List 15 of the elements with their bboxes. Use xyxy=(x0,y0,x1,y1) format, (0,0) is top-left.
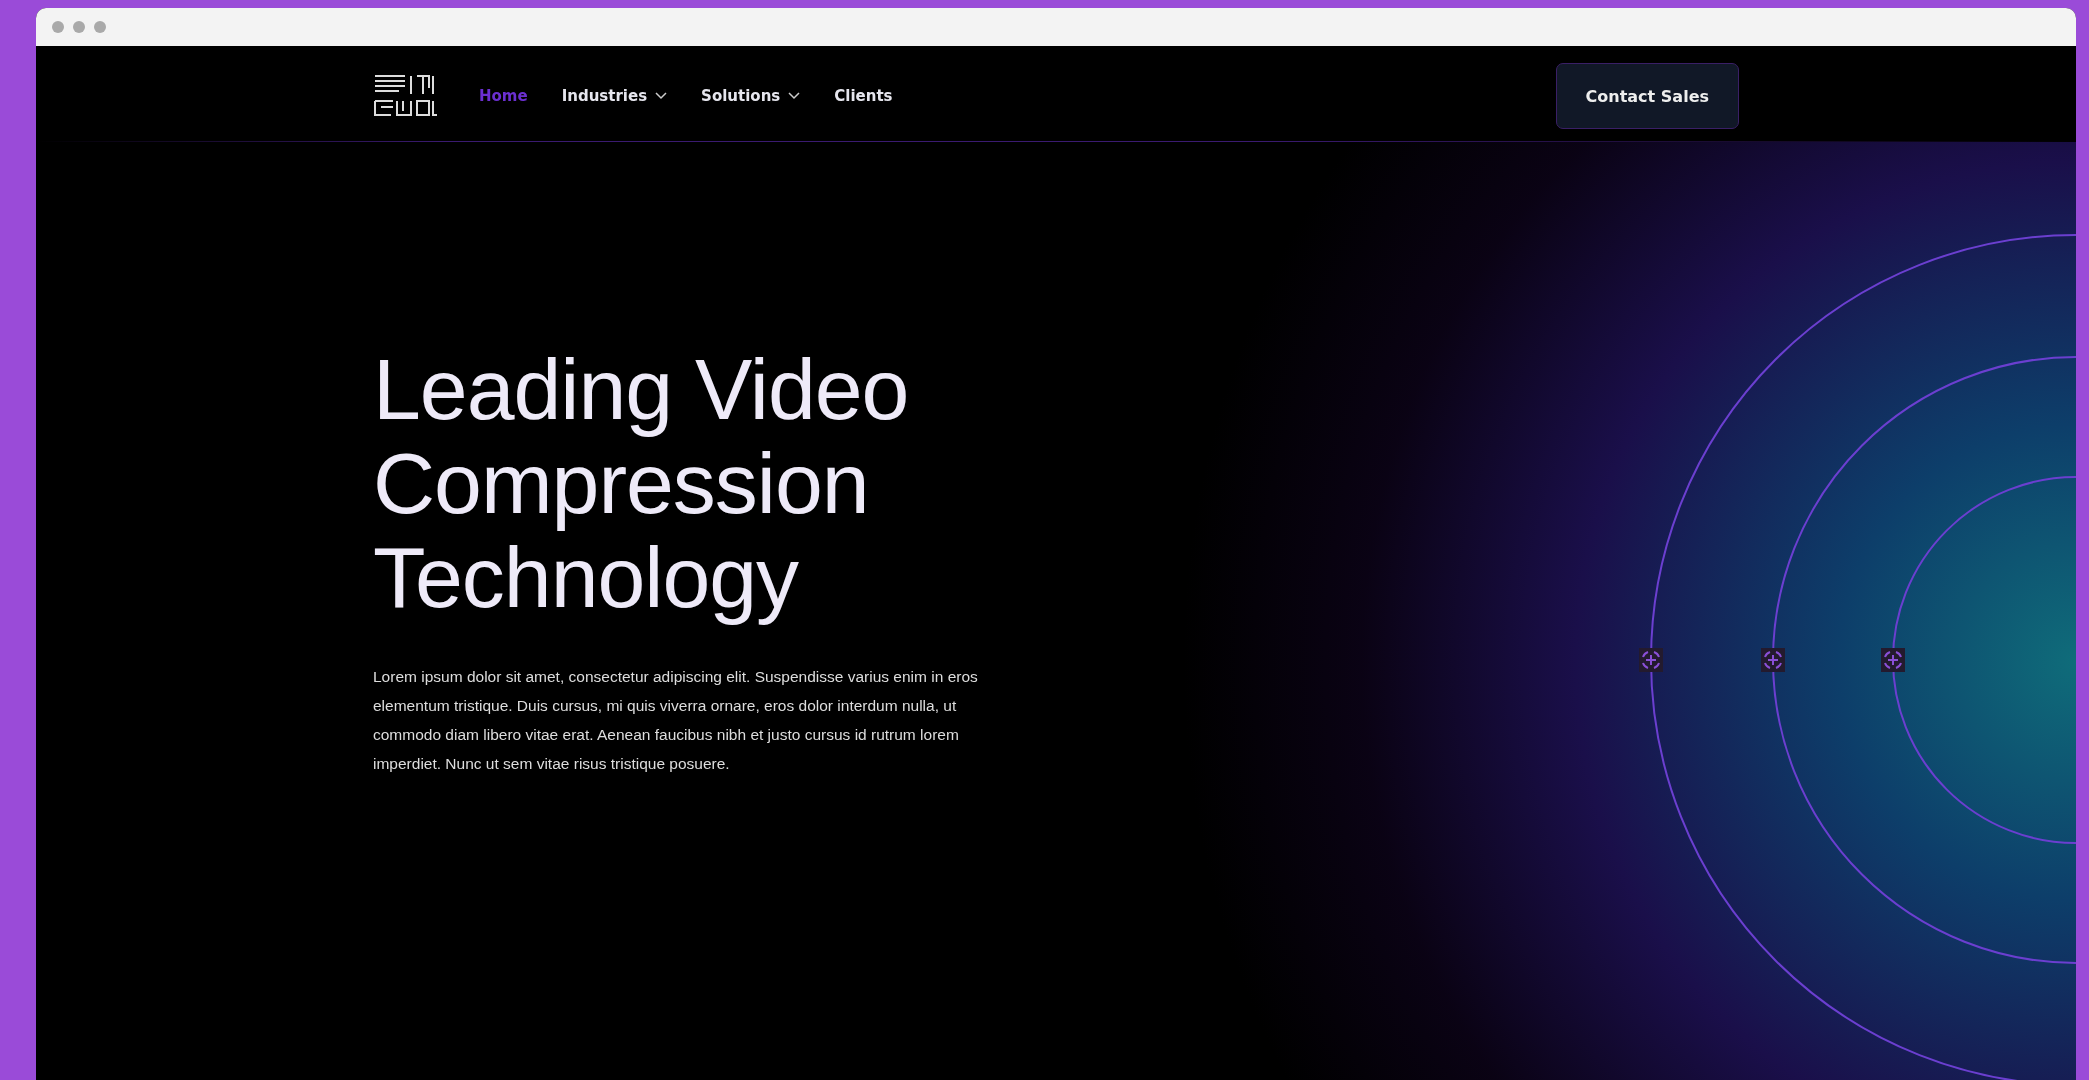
window-control-icon[interactable] xyxy=(73,21,85,33)
crosshair-icon xyxy=(1761,648,1785,672)
hero-heading: Leading Video Compression Technology xyxy=(373,342,910,624)
nav-link[interactable]: Industries xyxy=(561,87,668,105)
nav-link[interactable]: Clients xyxy=(834,87,893,105)
chevron-down-icon xyxy=(655,92,668,100)
window-control-icon[interactable] xyxy=(52,21,64,33)
crosshair-icon xyxy=(1881,648,1905,672)
window-control-icon[interactable] xyxy=(94,21,106,33)
logo-icon[interactable] xyxy=(373,73,439,119)
contact-sales-button[interactable]: Contact Sales xyxy=(1555,63,1739,129)
crosshair-icon xyxy=(1639,648,1663,672)
nav-link[interactable]: Solutions xyxy=(701,87,801,105)
hero-paragraph: Lorem ipsum dolor sit amet, consectetur adipiscing elit. Suspendisse varius enim in eros elementum tristique. Duis cursus, mi quis viverra ornare, eros dolor interdum nulla, ut commodo diam libero vitae erat. Aenean faucibus nibh et justo cursus id rutrum lorem imperdiet. Nunc ut sem vitae risus tristique posuere. xyxy=(373,667,979,774)
chevron-down-icon xyxy=(788,92,801,100)
